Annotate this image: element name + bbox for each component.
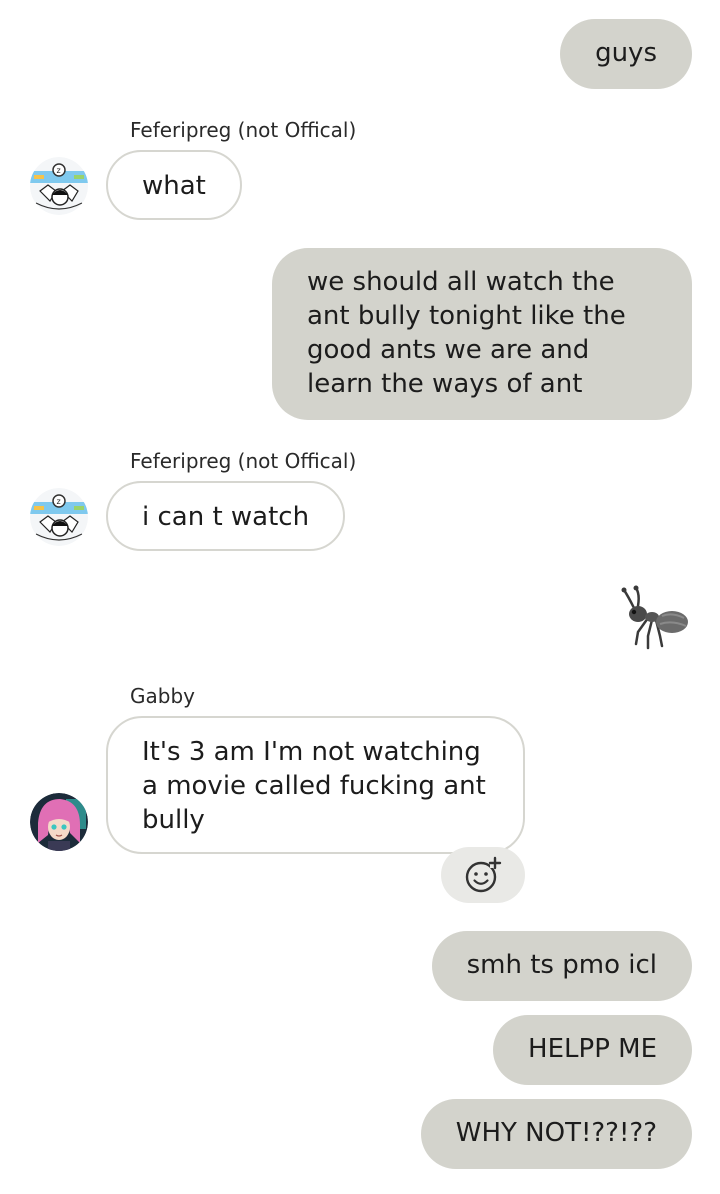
avatar[interactable]: z bbox=[30, 488, 88, 546]
avatar[interactable]: z bbox=[30, 157, 88, 215]
svg-text:z: z bbox=[57, 497, 61, 506]
incoming-message[interactable]: It's 3 am I'm not watching a movie calle… bbox=[106, 716, 525, 854]
incoming-message[interactable]: i can t watch bbox=[106, 481, 346, 551]
sender-name: Gabby bbox=[130, 684, 195, 708]
add-reaction-button[interactable] bbox=[441, 847, 525, 903]
ant-emoji-message[interactable] bbox=[618, 584, 690, 652]
sender-name: Feferipreg (not Offical) bbox=[130, 118, 357, 142]
avatar[interactable] bbox=[30, 793, 88, 851]
outgoing-message[interactable]: we should all watch the ant bully tonigh… bbox=[272, 248, 692, 420]
ant-emoji-icon bbox=[621, 585, 688, 650]
outgoing-message[interactable]: guys bbox=[560, 19, 692, 89]
incoming-message[interactable]: what bbox=[106, 150, 242, 220]
outgoing-message[interactable]: WHY NOT!??!?? bbox=[420, 1099, 692, 1169]
chat-thread: guys Feferipreg (not Offical) z what we … bbox=[0, 0, 720, 1194]
sender-name: Feferipreg (not Offical) bbox=[130, 449, 357, 473]
svg-text:z: z bbox=[57, 166, 61, 175]
add-reaction-icon bbox=[465, 856, 502, 893]
outgoing-message[interactable]: HELPP ME bbox=[493, 1015, 692, 1085]
outgoing-message[interactable]: smh ts pmo icl bbox=[431, 931, 692, 1001]
